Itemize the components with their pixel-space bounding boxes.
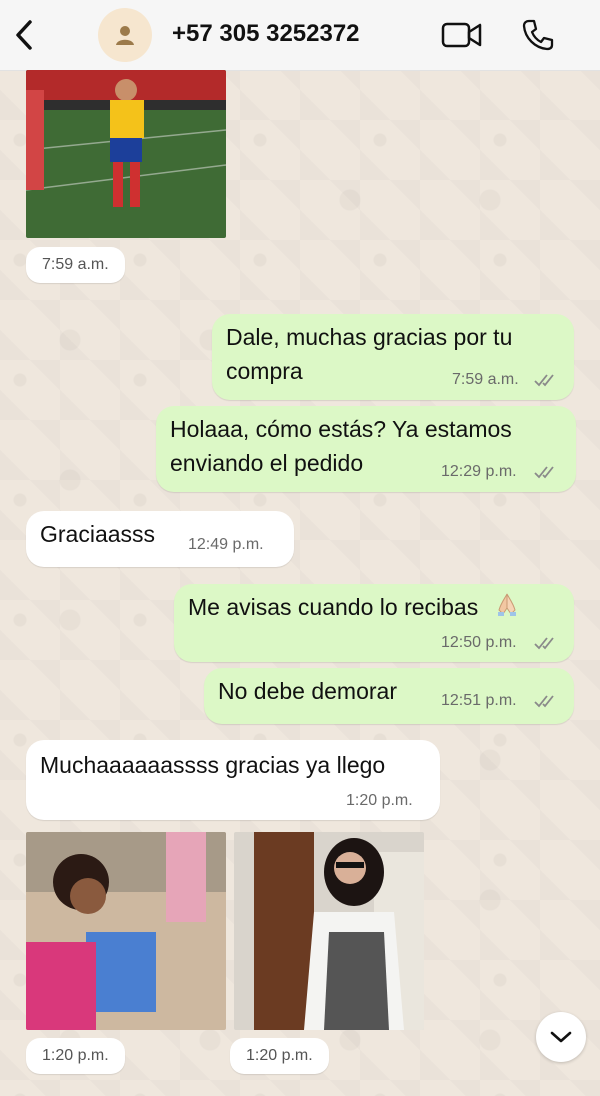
read-receipt-icon (534, 637, 554, 650)
message-text: No debe demorar (218, 678, 397, 704)
video-call-button[interactable] (440, 16, 484, 54)
message-text-line: Dale, muchas gracias por tu (226, 324, 513, 350)
contact-avatar[interactable] (98, 8, 152, 62)
message-time: 1:20 p.m. (346, 792, 413, 809)
back-button[interactable] (10, 18, 38, 52)
soccer-player-image (26, 70, 226, 238)
phone-icon (522, 19, 554, 51)
chevron-left-icon (16, 20, 32, 50)
read-receipt-icon (534, 466, 554, 479)
image-message[interactable] (26, 70, 226, 238)
message-time: 7:59 a.m. (26, 247, 125, 283)
folded-hands-emoji (493, 590, 521, 627)
message-time: 12:49 p.m. (188, 536, 264, 553)
message-time: 1:20 p.m. (26, 1038, 125, 1074)
message-text: Me avisas cuando lo recibas (188, 594, 479, 620)
outgoing-message[interactable]: Dale, muchas gracias por tu compra (212, 314, 574, 400)
read-receipt-icon (534, 695, 554, 708)
message-text-line: Holaaa, cómo estás? Ya estamos (170, 416, 512, 442)
message-time: 12:29 p.m. (441, 463, 517, 480)
message-text: Muchaaaaaassss gracias ya llego (40, 752, 386, 778)
image-message[interactable] (234, 832, 424, 1030)
outgoing-message[interactable]: No debe demorar (204, 668, 574, 724)
scroll-to-bottom-button[interactable] (536, 1012, 586, 1062)
chevron-down-icon (550, 1031, 572, 1043)
message-time: 12:50 p.m. (441, 634, 517, 651)
person-icon (116, 26, 134, 45)
read-receipt-icon (534, 374, 554, 387)
image-message[interactable] (26, 832, 226, 1030)
message-text: Graciaasss (40, 521, 156, 547)
child-hug-image (26, 832, 226, 1030)
message-time: 7:59 a.m. (452, 371, 519, 388)
message-time: 12:51 p.m. (441, 692, 517, 709)
message-time: 1:20 p.m. (230, 1038, 329, 1074)
chat-header: +57 305 3252372 (0, 0, 600, 71)
video-camera-icon (441, 22, 482, 48)
woman-dancing-image (234, 832, 424, 1030)
voice-call-button[interactable] (516, 16, 560, 54)
contact-name[interactable]: +57 305 3252372 (172, 20, 360, 48)
